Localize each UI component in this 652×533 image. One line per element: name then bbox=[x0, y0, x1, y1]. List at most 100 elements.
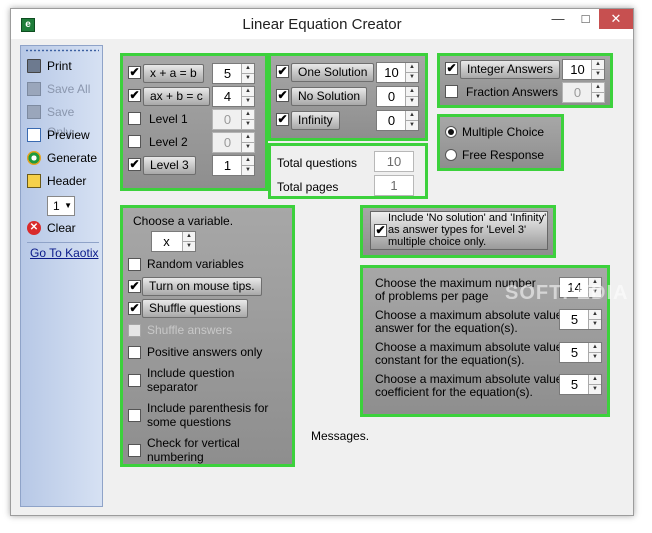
save-only-button[interactable]: Save Only bbox=[25, 102, 101, 139]
maximize-button[interactable]: □ bbox=[572, 9, 599, 29]
header-select[interactable]: 1 ▼ bbox=[47, 196, 75, 216]
spinner-arrows[interactable]: ▲ ▼ bbox=[591, 60, 604, 79]
no-solution-checkbox[interactable]: ✔ bbox=[276, 89, 289, 102]
clear-button[interactable]: ✕ Clear bbox=[25, 218, 101, 238]
down-arrow-icon[interactable]: ▼ bbox=[242, 73, 254, 82]
free-response-radio[interactable] bbox=[445, 149, 457, 161]
infinity-spinner[interactable]: 0 ▲ ▼ bbox=[376, 110, 419, 131]
up-arrow-icon[interactable]: ▲ bbox=[589, 375, 601, 384]
level2-checkbox[interactable] bbox=[128, 135, 141, 148]
up-arrow-icon[interactable]: ▲ bbox=[183, 232, 195, 241]
up-arrow-icon[interactable]: ▲ bbox=[242, 87, 254, 96]
print-button[interactable]: Print bbox=[25, 56, 101, 76]
mouse-tips-label[interactable]: Turn on mouse tips. bbox=[142, 277, 262, 296]
preview-button[interactable]: Preview bbox=[25, 125, 101, 145]
down-arrow-icon[interactable]: ▼ bbox=[183, 241, 195, 250]
kaotix-link[interactable]: Go To Kaotix bbox=[30, 246, 98, 260]
level3-spinner[interactable]: 1 ▲ ▼ bbox=[212, 155, 255, 176]
fraction-answers-checkbox[interactable] bbox=[445, 85, 458, 98]
include-note-button[interactable]: ✔ Include 'No solution' and 'Infinity' a… bbox=[370, 211, 548, 250]
spinner-arrows[interactable]: ▲ ▼ bbox=[241, 64, 254, 83]
mouse-tips-checkbox[interactable]: ✔ bbox=[128, 280, 141, 293]
up-arrow-icon[interactable]: ▲ bbox=[589, 310, 601, 319]
spinner-arrows[interactable]: ▲ ▼ bbox=[405, 111, 418, 130]
spinner-arrows[interactable]: ▲ ▼ bbox=[588, 375, 601, 394]
one-solution-label[interactable]: One Solution bbox=[291, 63, 375, 82]
up-arrow-icon[interactable]: ▲ bbox=[406, 63, 418, 72]
title-bar[interactable]: e Linear Equation Creator — □ ✕ bbox=[11, 9, 633, 39]
down-arrow-icon[interactable]: ▼ bbox=[589, 319, 601, 328]
shuffle-answers-checkbox[interactable] bbox=[128, 324, 141, 337]
integer-answers-spinner[interactable]: 10 ▲ ▼ bbox=[562, 59, 605, 80]
spinner-arrows[interactable]: ▲ ▼ bbox=[405, 63, 418, 82]
down-arrow-icon[interactable]: ▼ bbox=[406, 72, 418, 81]
one-solution-spinner[interactable]: 10 ▲ ▼ bbox=[376, 62, 419, 83]
up-arrow-icon[interactable]: ▲ bbox=[589, 343, 601, 352]
spinner-arrows[interactable]: ▲ ▼ bbox=[241, 110, 254, 129]
down-arrow-icon[interactable]: ▼ bbox=[242, 119, 254, 128]
shuffle-questions-checkbox[interactable]: ✔ bbox=[128, 302, 141, 315]
include-note-checkbox[interactable]: ✔ bbox=[374, 224, 387, 237]
shuffle-questions-label[interactable]: Shuffle questions bbox=[142, 299, 248, 318]
infinity-checkbox[interactable]: ✔ bbox=[276, 113, 289, 126]
multiple-choice-radio[interactable] bbox=[445, 126, 457, 138]
random-variables-checkbox[interactable] bbox=[128, 258, 141, 271]
variable-spinner[interactable]: x ▲ ▼ bbox=[151, 231, 196, 252]
up-arrow-icon[interactable]: ▲ bbox=[242, 110, 254, 119]
generate-button[interactable]: Generate bbox=[25, 148, 101, 168]
toolbar-grip[interactable] bbox=[25, 49, 99, 52]
spinner-arrows[interactable]: ▲ ▼ bbox=[241, 87, 254, 106]
spinner-arrows[interactable]: ▲ ▼ bbox=[241, 133, 254, 152]
no-solution-label[interactable]: No Solution bbox=[291, 87, 368, 106]
level1-checkbox[interactable] bbox=[128, 112, 141, 125]
level-xab-checkbox[interactable]: ✔ bbox=[128, 66, 141, 79]
save-all-button[interactable]: Save All bbox=[25, 79, 101, 99]
one-solution-checkbox[interactable]: ✔ bbox=[276, 65, 289, 78]
down-arrow-icon[interactable]: ▼ bbox=[592, 69, 604, 78]
up-arrow-icon[interactable]: ▲ bbox=[242, 64, 254, 73]
spinner-arrows[interactable]: ▲ ▼ bbox=[241, 156, 254, 175]
down-arrow-icon[interactable]: ▼ bbox=[242, 165, 254, 174]
down-arrow-icon[interactable]: ▼ bbox=[242, 142, 254, 151]
up-arrow-icon[interactable]: ▲ bbox=[592, 60, 604, 69]
up-arrow-icon[interactable]: ▲ bbox=[406, 87, 418, 96]
header-button[interactable]: Header bbox=[25, 171, 101, 191]
up-arrow-icon[interactable]: ▲ bbox=[242, 156, 254, 165]
max-constant-spinner[interactable]: 5 ▲ ▼ bbox=[559, 342, 602, 363]
up-arrow-icon[interactable]: ▲ bbox=[406, 111, 418, 120]
close-button[interactable]: ✕ bbox=[599, 9, 633, 29]
spinner-arrows[interactable]: ▲ ▼ bbox=[588, 343, 601, 362]
minimize-button[interactable]: — bbox=[544, 9, 572, 29]
spinner-arrows[interactable]: ▲ ▼ bbox=[182, 232, 195, 251]
fraction-answers-spinner[interactable]: 0 ▲ ▼ bbox=[562, 82, 605, 103]
no-solution-spinner[interactable]: 0 ▲ ▼ bbox=[376, 86, 419, 107]
level1-spinner[interactable]: 0 ▲ ▼ bbox=[212, 109, 255, 130]
parenthesis-checkbox[interactable] bbox=[128, 409, 141, 422]
level2-spinner[interactable]: 0 ▲ ▼ bbox=[212, 132, 255, 153]
level-axbc-label[interactable]: ax + b = c bbox=[143, 87, 210, 106]
max-answer-spinner[interactable]: 5 ▲ ▼ bbox=[559, 309, 602, 330]
level3-checkbox[interactable]: ✔ bbox=[128, 158, 141, 171]
question-separator-checkbox[interactable] bbox=[128, 374, 141, 387]
spinner-arrows[interactable]: ▲ ▼ bbox=[405, 87, 418, 106]
level-xab-spinner[interactable]: 5 ▲ ▼ bbox=[212, 63, 255, 84]
down-arrow-icon[interactable]: ▼ bbox=[406, 120, 418, 129]
down-arrow-icon[interactable]: ▼ bbox=[242, 96, 254, 105]
level-axbc-spinner[interactable]: 4 ▲ ▼ bbox=[212, 86, 255, 107]
down-arrow-icon[interactable]: ▼ bbox=[592, 92, 604, 101]
level-xab-label[interactable]: x + a = b bbox=[143, 64, 204, 83]
spinner-arrows[interactable]: ▲ ▼ bbox=[588, 310, 601, 329]
positive-answers-checkbox[interactable] bbox=[128, 346, 141, 359]
down-arrow-icon[interactable]: ▼ bbox=[589, 384, 601, 393]
max-coefficient-spinner[interactable]: 5 ▲ ▼ bbox=[559, 374, 602, 395]
infinity-label[interactable]: Infinity bbox=[291, 111, 340, 130]
vertical-numbering-checkbox[interactable] bbox=[128, 444, 141, 457]
level3-label[interactable]: Level 3 bbox=[143, 156, 196, 175]
down-arrow-icon[interactable]: ▼ bbox=[589, 352, 601, 361]
down-arrow-icon[interactable]: ▼ bbox=[406, 96, 418, 105]
up-arrow-icon[interactable]: ▲ bbox=[242, 133, 254, 142]
up-arrow-icon[interactable]: ▲ bbox=[592, 83, 604, 92]
spinner-arrows[interactable]: ▲ ▼ bbox=[591, 83, 604, 102]
level-axbc-checkbox[interactable]: ✔ bbox=[128, 89, 141, 102]
integer-answers-checkbox[interactable]: ✔ bbox=[445, 62, 458, 75]
